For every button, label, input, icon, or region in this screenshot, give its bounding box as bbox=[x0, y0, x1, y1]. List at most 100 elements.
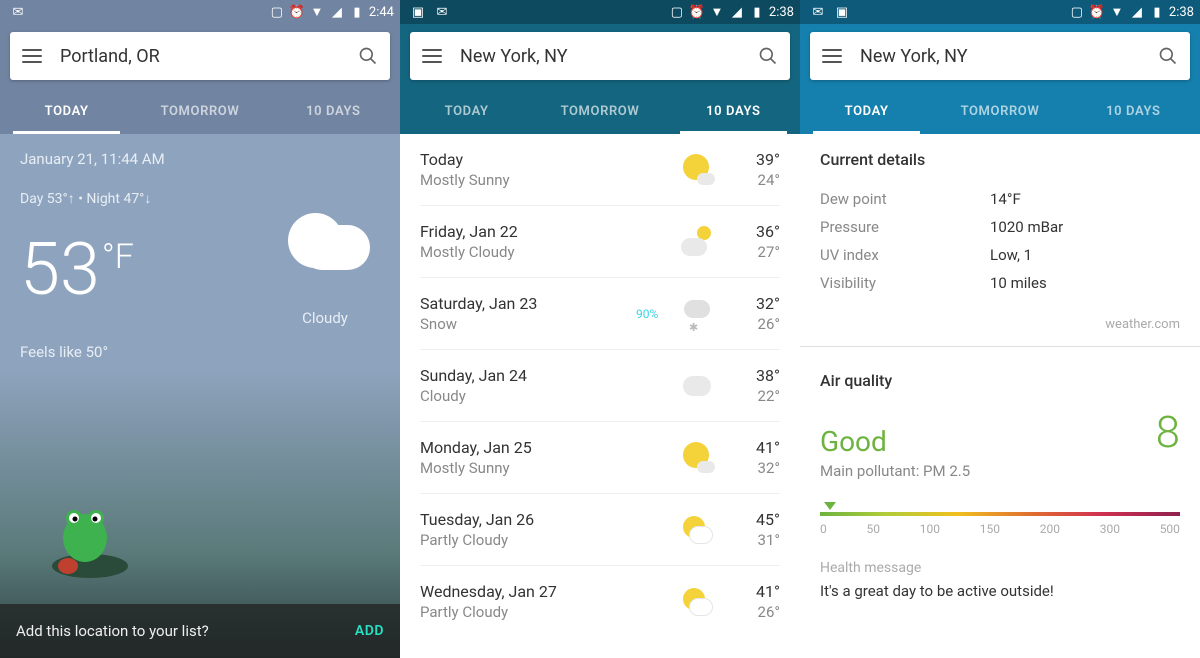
battery-icon: ▮ bbox=[749, 4, 765, 20]
search-box[interactable]: Portland, OR bbox=[10, 32, 390, 80]
high-temp: 41° bbox=[732, 582, 780, 601]
search-icon[interactable] bbox=[1158, 46, 1178, 66]
search-wrap: Portland, OR bbox=[0, 24, 400, 88]
detail-label: Dew point bbox=[820, 190, 990, 208]
phone-portland: ✉ ▢ ⏰ ▼ ◢ ▮ 2:44 Portland, OR TODAY TOMO… bbox=[0, 0, 400, 658]
detail-label: Pressure bbox=[820, 218, 990, 236]
search-icon[interactable] bbox=[358, 46, 378, 66]
detail-label: Visibility bbox=[820, 274, 990, 292]
attribution: weather.com bbox=[820, 317, 1180, 346]
detail-value: 14°F bbox=[990, 190, 1021, 208]
forecast-day: Saturday, Jan 23 bbox=[420, 294, 662, 313]
condition: Cloudy bbox=[302, 309, 348, 327]
low-temp: 26° bbox=[732, 315, 780, 333]
detail-row: Pressure1020 mBar bbox=[820, 213, 1180, 241]
vibrate-icon: ▢ bbox=[669, 4, 685, 20]
high-temp: 36° bbox=[732, 222, 780, 241]
weather-icon bbox=[679, 296, 715, 332]
forecast-row[interactable]: Wednesday, Jan 27 Partly Cloudy 41° 26° bbox=[420, 566, 780, 637]
signal-icon: ◢ bbox=[329, 4, 345, 20]
weather-icon bbox=[679, 584, 715, 620]
status-bar: ✉ ▢ ⏰ ▼ ◢ ▮ 2:44 bbox=[0, 0, 400, 24]
add-location-bar: Add this location to your list? ADD bbox=[0, 604, 400, 658]
tab-tomorrow[interactable]: TOMORROW bbox=[533, 88, 666, 134]
forecast-condition: Cloudy bbox=[420, 387, 662, 405]
menu-icon[interactable] bbox=[422, 49, 442, 63]
menu-icon[interactable] bbox=[22, 49, 42, 63]
forecast-row[interactable]: Friday, Jan 22Mostly Cloudy 36°27° bbox=[420, 206, 780, 278]
forecast-day: Sunday, Jan 24 bbox=[420, 366, 662, 385]
low-temp: 24° bbox=[732, 171, 780, 189]
forecast-row[interactable]: Tuesday, Jan 26Partly Cloudy 45°31° bbox=[420, 494, 780, 566]
detail-value: 1020 mBar bbox=[990, 218, 1063, 236]
detail-label: UV index bbox=[820, 246, 990, 264]
search-wrap: New York, NY bbox=[400, 24, 800, 88]
aqi-tick: 0 bbox=[820, 522, 827, 536]
tab-today[interactable]: TODAY bbox=[400, 88, 533, 134]
forecast-list[interactable]: TodayMostly Sunny 39°24°Friday, Jan 22Mo… bbox=[400, 134, 800, 658]
add-prompt: Add this location to your list? bbox=[16, 622, 209, 640]
weather-icon bbox=[679, 224, 715, 260]
forecast-row[interactable]: TodayMostly Sunny 39°24° bbox=[420, 134, 780, 206]
status-time: 2:38 bbox=[1169, 5, 1194, 20]
search-box[interactable]: New York, NY bbox=[410, 32, 790, 80]
forecast-row[interactable]: Sunday, Jan 24 Cloudy 38° 22° bbox=[420, 350, 780, 422]
status-time: 2:44 bbox=[369, 5, 394, 20]
phone-newyork-forecast: ▣✉ ▢ ⏰ ▼ ◢ ▮ 2:38 New York, NY TODAY TOM… bbox=[400, 0, 800, 658]
forecast-condition: Partly Cloudy bbox=[420, 603, 662, 621]
forecast-row[interactable]: Monday, Jan 25Mostly Sunny 41°32° bbox=[420, 422, 780, 494]
search-box[interactable]: New York, NY bbox=[810, 32, 1190, 80]
add-button[interactable]: ADD bbox=[355, 623, 384, 639]
mail-icon: ✉ bbox=[434, 4, 450, 20]
forecast-condition: Snow bbox=[420, 315, 662, 333]
high-temp: 41° bbox=[732, 438, 780, 457]
tab-10days[interactable]: 10 DAYS bbox=[267, 88, 400, 134]
air-quality-status: Good bbox=[820, 425, 887, 458]
tab-today[interactable]: TODAY bbox=[0, 88, 133, 134]
wifi-icon: ▼ bbox=[709, 4, 725, 20]
signal-icon: ◢ bbox=[729, 4, 745, 20]
alarm-icon: ⏰ bbox=[1089, 4, 1105, 20]
forecast-day: Monday, Jan 25 bbox=[420, 438, 662, 457]
status-bar: ▣✉ ▢ ⏰ ▼ ◢ ▮ 2:38 bbox=[400, 0, 800, 24]
aqi-scale: 050100150200300500 bbox=[820, 512, 1180, 536]
air-quality-index: 8 bbox=[1156, 406, 1180, 458]
detail-row: Dew point14°F bbox=[820, 185, 1180, 213]
low-temp: 26° bbox=[732, 603, 780, 621]
low-temp: 27° bbox=[732, 243, 780, 261]
low-temp: 22° bbox=[732, 387, 780, 405]
tab-10days[interactable]: 10 DAYS bbox=[1067, 88, 1200, 134]
search-icon[interactable] bbox=[758, 46, 778, 66]
aqi-marker-icon bbox=[824, 502, 836, 510]
tabs: TODAY TOMORROW 10 DAYS bbox=[400, 88, 800, 134]
details-panel[interactable]: Current details Dew point14°FPressure102… bbox=[800, 134, 1200, 658]
forecast-day: Today bbox=[420, 150, 662, 169]
mail-icon: ✉ bbox=[810, 4, 826, 20]
forecast-row[interactable]: Saturday, Jan 23Snow 90% 32°26° bbox=[420, 278, 780, 350]
health-message-label: Health message bbox=[820, 560, 1180, 576]
forecast-day: Wednesday, Jan 27 bbox=[420, 582, 662, 601]
forecast-day: Tuesday, Jan 26 bbox=[420, 510, 662, 529]
tab-tomorrow[interactable]: TOMORROW bbox=[933, 88, 1066, 134]
detail-row: Visibility10 miles bbox=[820, 269, 1180, 297]
tab-today[interactable]: TODAY bbox=[800, 88, 933, 134]
date-time: January 21, 11:44 AM bbox=[20, 150, 380, 168]
tab-10days[interactable]: 10 DAYS bbox=[667, 88, 800, 134]
image-icon: ▣ bbox=[410, 4, 426, 20]
forecast-condition: Partly Cloudy bbox=[420, 531, 662, 549]
high-temp: 39° bbox=[732, 150, 780, 169]
tab-tomorrow[interactable]: TOMORROW bbox=[133, 88, 266, 134]
vibrate-icon: ▢ bbox=[1069, 4, 1085, 20]
status-time: 2:38 bbox=[769, 5, 794, 20]
aqi-tick: 150 bbox=[980, 522, 1000, 536]
forecast-condition: Mostly Cloudy bbox=[420, 243, 662, 261]
alarm-icon: ⏰ bbox=[289, 4, 305, 20]
aqi-tick: 100 bbox=[920, 522, 940, 536]
detail-value: Low, 1 bbox=[990, 246, 1032, 264]
weather-icon bbox=[679, 152, 715, 188]
aqi-tick: 500 bbox=[1160, 522, 1180, 536]
menu-icon[interactable] bbox=[822, 49, 842, 63]
aqi-gradient bbox=[820, 512, 1180, 516]
cloud-icon bbox=[280, 213, 370, 269]
high-temp: 38° bbox=[732, 366, 780, 385]
